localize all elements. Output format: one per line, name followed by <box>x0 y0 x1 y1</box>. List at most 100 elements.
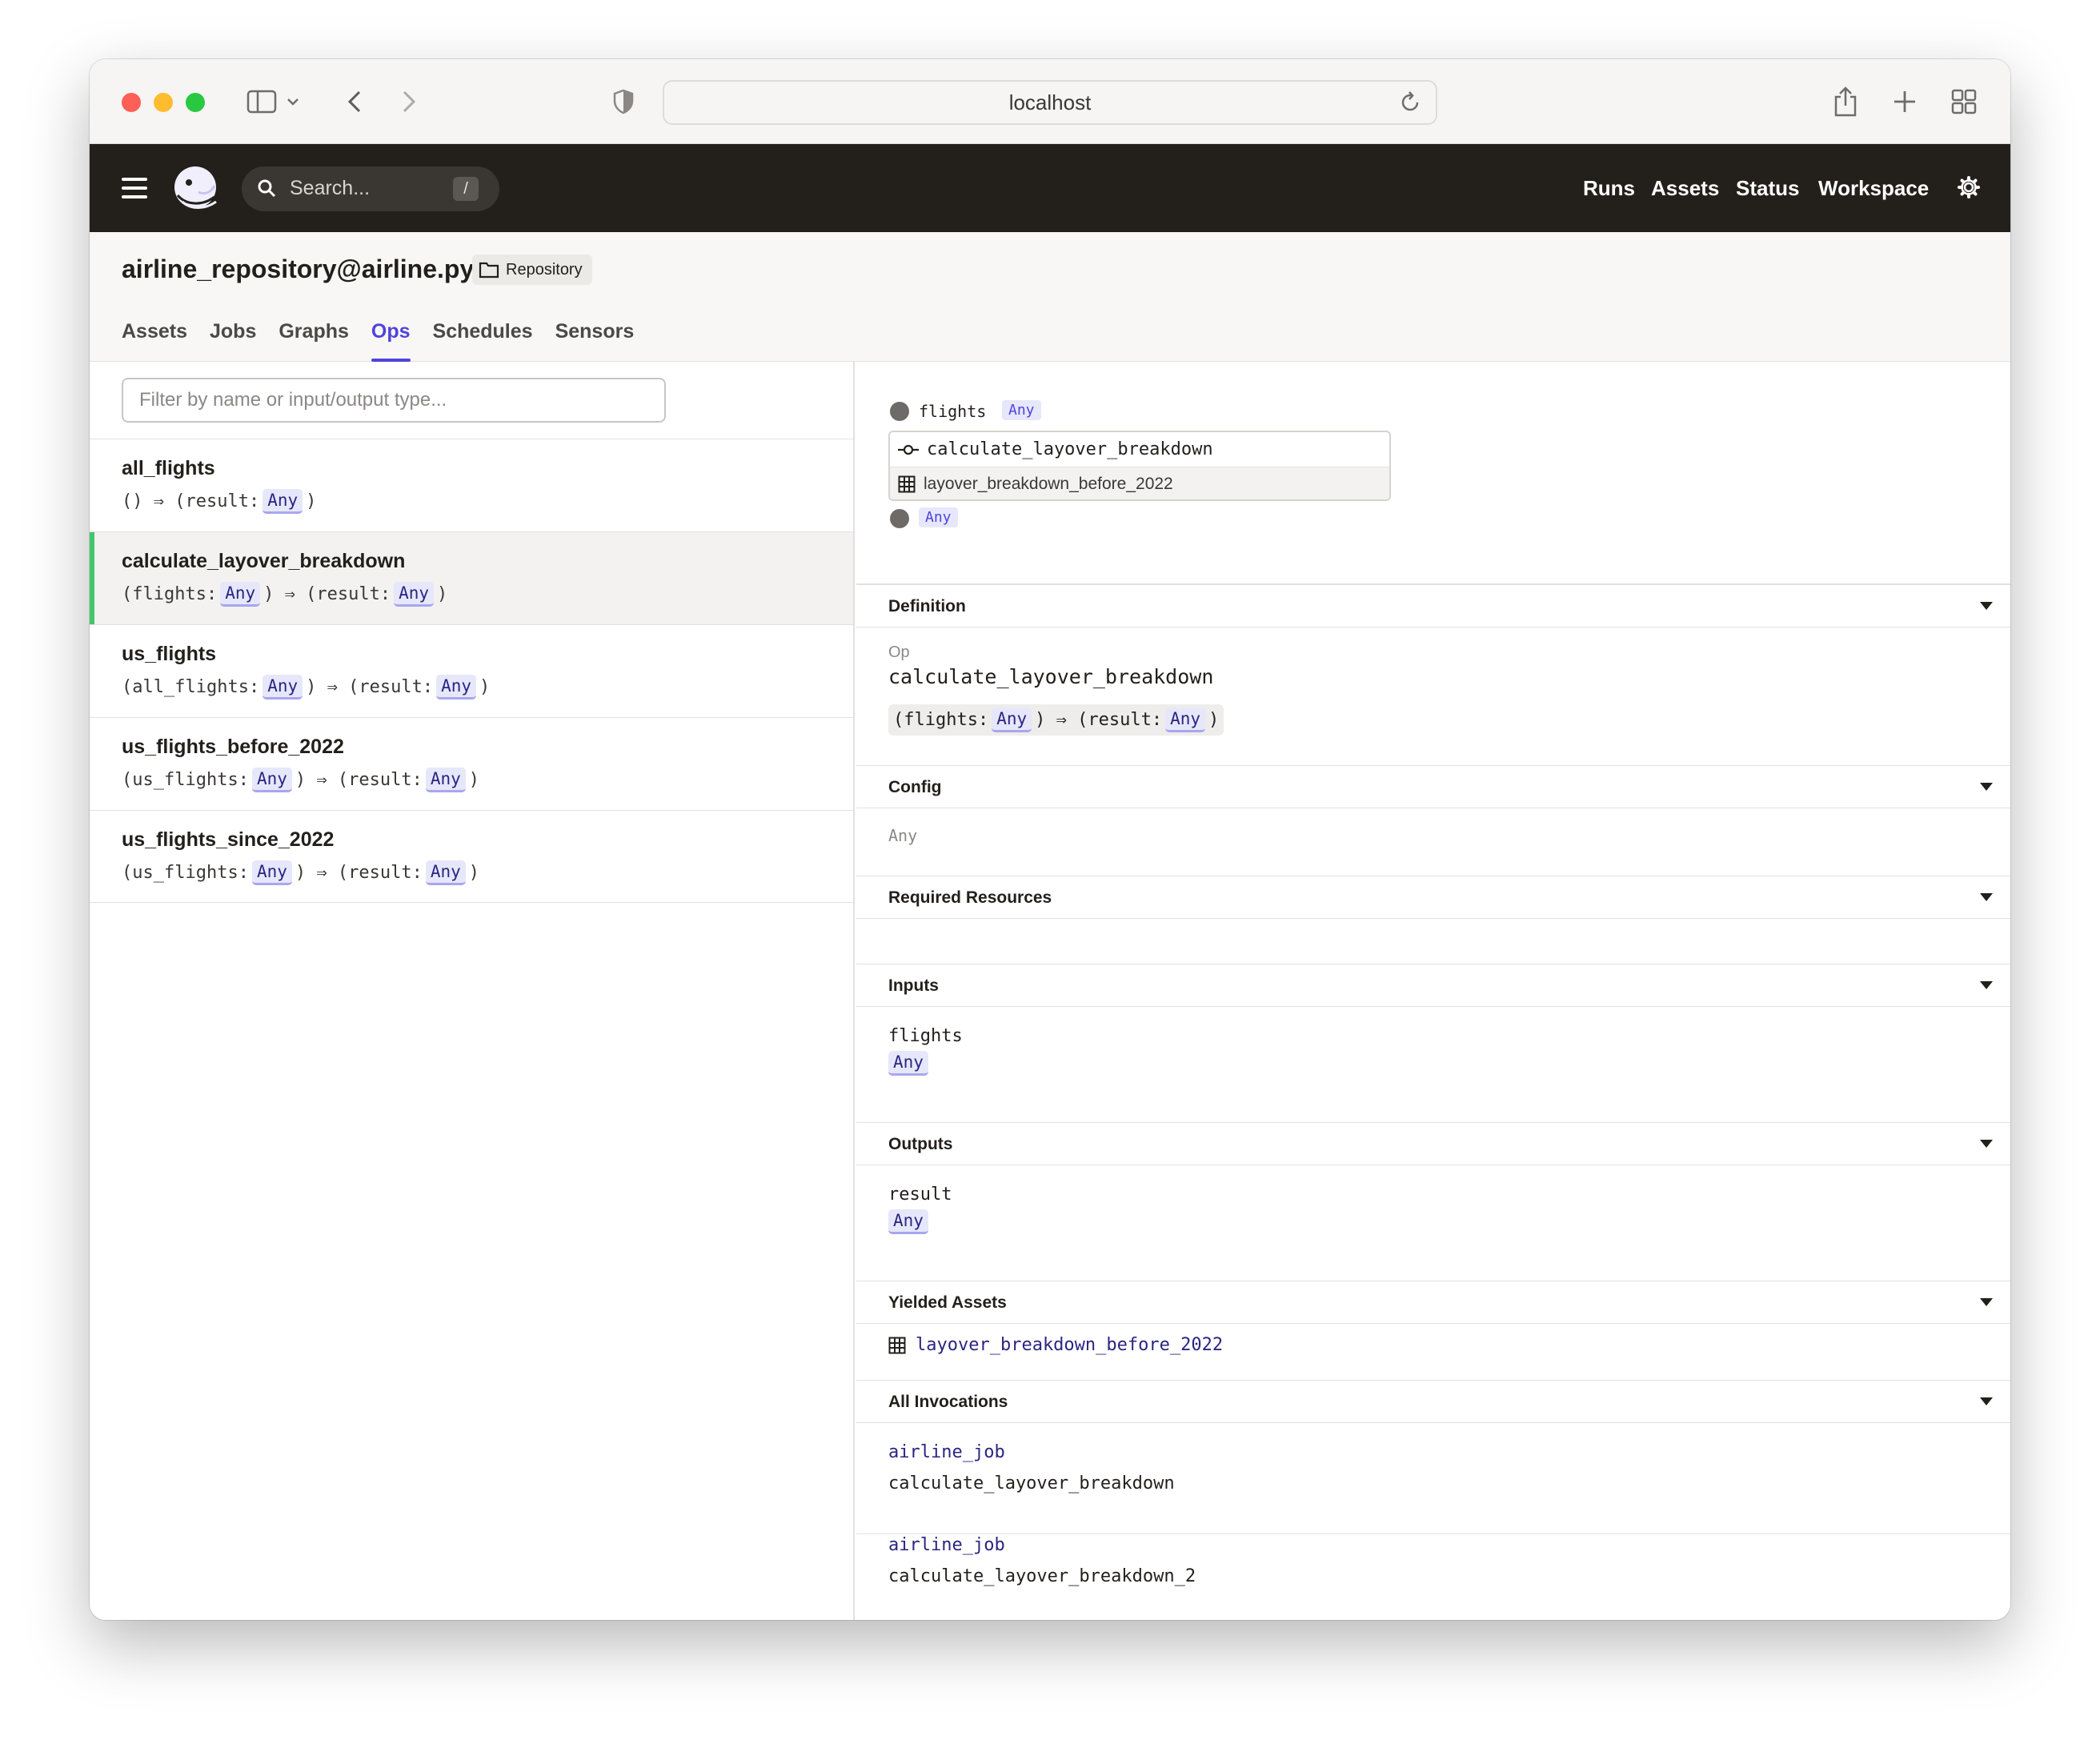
invocation-job-link[interactable]: airline_job <box>888 1535 1196 1555</box>
outputs-section-header[interactable]: Outputs <box>856 1122 2010 1165</box>
back-icon[interactable] <box>344 83 365 120</box>
op-icon <box>898 444 919 455</box>
inputs-body: flights Any <box>888 1026 963 1076</box>
definition-signature: (flights: Any ) ⇒ (result: Any ) <box>888 704 1224 736</box>
sig-text: ) ⇒ (result: <box>295 770 423 790</box>
zoom-window-button[interactable] <box>186 93 205 112</box>
graph-output-type: Any <box>919 507 958 527</box>
search-bar[interactable]: Search... / <box>242 166 499 211</box>
address-bar[interactable]: localhost <box>663 80 1437 125</box>
op-node[interactable]: calculate_layover_breakdown layover_brea… <box>888 431 1391 501</box>
menu-icon[interactable] <box>122 178 147 198</box>
table-icon <box>888 1337 906 1353</box>
nav-assets[interactable]: Assets <box>1651 176 1719 201</box>
op-row-calculate-layover-breakdown[interactable]: calculate_layover_breakdown (flights: An… <box>90 531 853 624</box>
invocation-op-name: calculate_layover_breakdown <box>888 1473 1175 1493</box>
sig-text: ) <box>468 770 480 790</box>
folder-icon <box>479 262 499 279</box>
settings-gear-icon[interactable] <box>1958 176 1980 198</box>
op-row-us-flights-since-2022[interactable]: us_flights_since_2022 (us_flights: Any )… <box>90 810 853 903</box>
sig-text: ) ⇒ (result: <box>1035 710 1163 730</box>
type-badge: Any <box>220 582 261 607</box>
graph-input-type: Any <box>1002 400 1041 420</box>
nav-status[interactable]: Status <box>1736 176 1799 201</box>
op-name: all_flights <box>122 457 215 479</box>
sig-text: ) <box>1208 710 1220 730</box>
sig-text: (us_flights: <box>122 863 249 883</box>
op-name: us_flights <box>122 643 217 665</box>
tab-ops[interactable]: Ops <box>371 320 411 362</box>
caret-down-icon <box>1980 981 1993 989</box>
invocation-item: airline_job calculate_layover_breakdown <box>888 1442 1175 1493</box>
privacy-shield-icon[interactable] <box>611 83 635 120</box>
sig-text: () ⇒ (result: <box>122 491 260 511</box>
url-text: localhost <box>1008 90 1092 114</box>
share-icon[interactable] <box>1831 83 1860 120</box>
section-title: Inputs <box>888 976 939 995</box>
section-title: Required Resources <box>888 888 1052 907</box>
tab-assets[interactable]: Assets <box>122 320 187 362</box>
nav-runs[interactable]: Runs <box>1583 176 1635 201</box>
caret-down-icon <box>1980 602 1993 610</box>
type-badge: Any <box>394 582 435 607</box>
forward-icon[interactable] <box>399 83 419 120</box>
output-name: result <box>888 1185 952 1205</box>
op-signature: () ⇒ (result: Any ) <box>122 489 316 514</box>
op-signature: (us_flights: Any ) ⇒ (result: Any ) <box>122 860 479 885</box>
type-badge: Any <box>251 768 292 792</box>
search-shortcut-key: / <box>453 177 479 201</box>
yielded-assets-section-header[interactable]: Yielded Assets <box>856 1281 2010 1324</box>
definition-section-header[interactable]: Definition <box>856 584 2010 627</box>
repository-tag-label: Repository <box>506 260 583 279</box>
config-section-header[interactable]: Config <box>856 765 2010 808</box>
caret-down-icon <box>1980 1298 1993 1306</box>
chevron-down-icon[interactable] <box>285 83 301 120</box>
nav-workspace[interactable]: Workspace <box>1818 176 1929 201</box>
op-row-us-flights-before-2022[interactable]: us_flights_before_2022 (us_flights: Any … <box>90 717 853 810</box>
section-title: Config <box>888 778 942 796</box>
sig-text: ) <box>437 584 448 604</box>
resources-section-header[interactable]: Required Resources <box>856 876 2010 919</box>
page-title: airline_repository@airline.py <box>122 255 475 283</box>
inputs-section-header[interactable]: Inputs <box>856 964 2010 1007</box>
op-row-all-flights[interactable]: all_flights () ⇒ (result: Any ) <box>90 439 853 531</box>
op-name: us_flights_since_2022 <box>122 828 335 851</box>
tab-sensors[interactable]: Sensors <box>555 320 635 362</box>
caret-down-icon <box>1980 893 1993 901</box>
close-window-button[interactable] <box>122 93 141 112</box>
filter-input[interactable]: Filter by name or input/output type... <box>122 378 666 423</box>
new-tab-icon[interactable] <box>1890 83 1919 120</box>
section-title: Yielded Assets <box>888 1293 1007 1312</box>
invocations-section-header[interactable]: All Invocations <box>856 1380 2010 1423</box>
sidebar-toggle-icon[interactable] <box>245 83 279 120</box>
caret-down-icon <box>1980 1397 1993 1405</box>
op-signature: (flights: Any ) ⇒ (result: Any ) <box>122 582 447 607</box>
output-type-badge: Any <box>888 1209 928 1234</box>
input-name: flights <box>888 1026 963 1046</box>
sig-text: (flights: <box>122 584 218 604</box>
op-node-header: calculate_layover_breakdown <box>890 432 1389 467</box>
sig-text: (all_flights: <box>122 677 260 697</box>
page-header: airline_repository@airline.py Repository… <box>90 232 2010 362</box>
invocation-job-link[interactable]: airline_job <box>888 1442 1175 1462</box>
app-header: Search... / Runs Assets Status Workspace <box>90 144 2010 232</box>
sig-text: ) ⇒ (result: <box>306 677 434 697</box>
tab-schedules[interactable]: Schedules <box>433 320 533 362</box>
reload-icon[interactable] <box>1397 90 1423 115</box>
op-name: us_flights_before_2022 <box>122 736 344 758</box>
sig-text: ) <box>479 677 491 697</box>
minimize-window-button[interactable] <box>154 93 173 112</box>
tab-overview-icon[interactable] <box>1950 83 1978 120</box>
type-badge: Any <box>1165 708 1206 732</box>
sig-text: ) <box>306 491 317 511</box>
caret-down-icon <box>1980 1140 1993 1148</box>
tab-graphs[interactable]: Graphs <box>279 320 349 362</box>
op-row-us-flights[interactable]: us_flights (all_flights: Any ) ⇒ (result… <box>90 624 853 717</box>
sig-text: ) ⇒ (result: <box>263 584 391 604</box>
yielded-asset-link[interactable]: layover_breakdown_before_2022 <box>888 1335 1223 1355</box>
invocation-item: airline_job calculate_layover_breakdown_… <box>888 1535 1196 1586</box>
tab-jobs[interactable]: Jobs <box>210 320 256 362</box>
dagster-logo-icon[interactable] <box>170 163 221 214</box>
op-node-name: calculate_layover_breakdown <box>927 439 1213 459</box>
op-node-asset: layover_breakdown_before_2022 <box>890 467 1389 499</box>
